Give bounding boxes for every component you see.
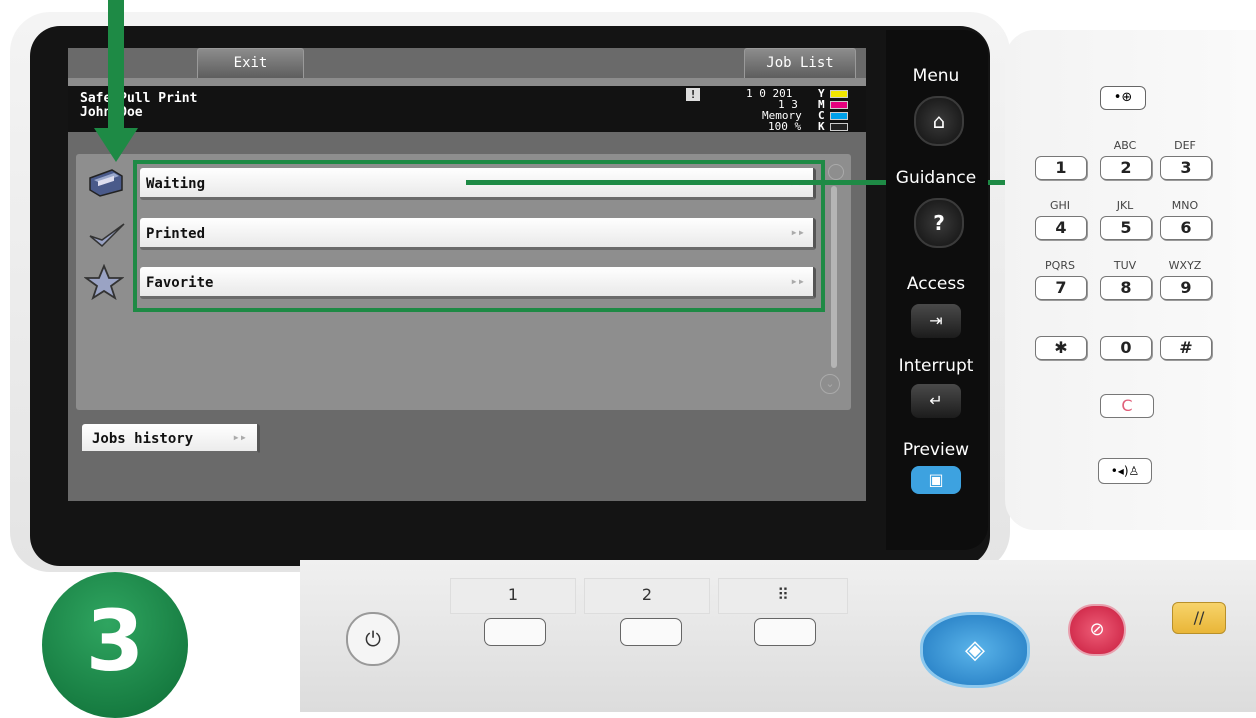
exit-button[interactable]: Exit xyxy=(197,48,304,78)
interrupt-key-label: Interrupt xyxy=(898,356,974,376)
app-title: Safe Pull Print xyxy=(80,91,198,106)
access-icon[interactable]: ⇥ xyxy=(911,304,961,338)
key-letters: GHI xyxy=(1049,199,1071,212)
interrupt-icon[interactable]: ↵ xyxy=(911,384,961,418)
keypad-key[interactable]: 8 xyxy=(1100,276,1152,300)
guidance-key-label: Guidance xyxy=(895,168,977,188)
reset-icon[interactable]: // xyxy=(1172,602,1226,634)
preview-key-label: Preview xyxy=(902,440,970,460)
power-icon[interactable]: ⏻ xyxy=(346,612,400,666)
register-3-key[interactable] xyxy=(754,618,816,646)
register-1-key[interactable] xyxy=(484,618,546,646)
toner-indicator: YMCK xyxy=(818,88,854,132)
zoom-icon[interactable]: •⊕ xyxy=(1100,86,1146,110)
toner-level-bar xyxy=(830,112,848,120)
key-letters: PQRS xyxy=(1045,259,1075,272)
keypad-key[interactable]: 7 xyxy=(1035,276,1087,300)
stop-icon[interactable]: ⊘ xyxy=(1068,604,1126,656)
keypad-key[interactable]: 0 xyxy=(1100,336,1152,360)
home-icon[interactable]: ⌂ xyxy=(914,96,964,146)
help-icon[interactable]: ? xyxy=(914,198,964,248)
register-3-grid-icon: ⠿ xyxy=(718,578,848,614)
keypad-key[interactable]: 9 xyxy=(1160,276,1212,300)
warning-icon[interactable]: ! xyxy=(686,88,700,101)
keypad-key[interactable]: 4 xyxy=(1035,216,1087,240)
key-letters: ABC xyxy=(1113,139,1137,152)
scrollbar[interactable] xyxy=(831,186,837,368)
keypad-key[interactable]: # xyxy=(1160,336,1212,360)
key-letters: WXYZ xyxy=(1168,259,1202,272)
tab-strip xyxy=(68,78,866,86)
toner-level-bar xyxy=(830,101,848,109)
job-list-button[interactable]: Job List xyxy=(744,48,856,78)
keypad-key[interactable]: ✱ xyxy=(1035,336,1087,360)
toner-row: K xyxy=(818,121,854,132)
checkmark-icon xyxy=(88,220,126,250)
toner-level-bar xyxy=(830,123,848,131)
printer-icon xyxy=(86,164,126,200)
scroll-down-icon[interactable]: ⌄ xyxy=(820,374,840,394)
access-key-label: Access xyxy=(906,274,966,294)
clear-key[interactable]: C xyxy=(1100,394,1154,418)
toner-letter: K xyxy=(818,120,825,133)
chevron-right-icon: ▸▸ xyxy=(232,430,247,444)
start-icon[interactable]: ◈ xyxy=(920,612,1030,688)
keypad-key[interactable]: 5 xyxy=(1100,216,1152,240)
memory-value: 100 % xyxy=(768,120,802,133)
keypad-key[interactable]: 2 xyxy=(1100,156,1152,180)
keypad-key[interactable]: 3 xyxy=(1160,156,1212,180)
register-2-label: 2 xyxy=(584,578,710,614)
key-letters: TUV xyxy=(1113,259,1137,272)
arrow-down-icon xyxy=(94,128,138,162)
toner-level-bar xyxy=(830,90,848,98)
preview-icon[interactable]: ▣ xyxy=(911,466,961,494)
key-letters: MNO xyxy=(1171,199,1199,212)
key-letters: JKL xyxy=(1116,199,1134,212)
register-1-label: 1 xyxy=(450,578,576,614)
key-letters: DEF xyxy=(1174,139,1196,152)
jobs-history-label: Jobs history xyxy=(92,431,194,447)
step-number: 3 xyxy=(85,592,145,690)
star-icon xyxy=(83,263,125,301)
accessibility-icon[interactable]: •◂)♙ xyxy=(1098,458,1152,484)
arrow-shaft xyxy=(108,0,124,130)
jobs-history-button[interactable]: Jobs history ▸▸ xyxy=(82,424,260,454)
register-2-key[interactable] xyxy=(620,618,682,646)
keypad-key[interactable]: 6 xyxy=(1160,216,1212,240)
menu-key-label: Menu xyxy=(912,66,960,86)
scroll-up-icon[interactable] xyxy=(828,164,844,180)
keypad-key[interactable]: 1 xyxy=(1035,156,1087,180)
